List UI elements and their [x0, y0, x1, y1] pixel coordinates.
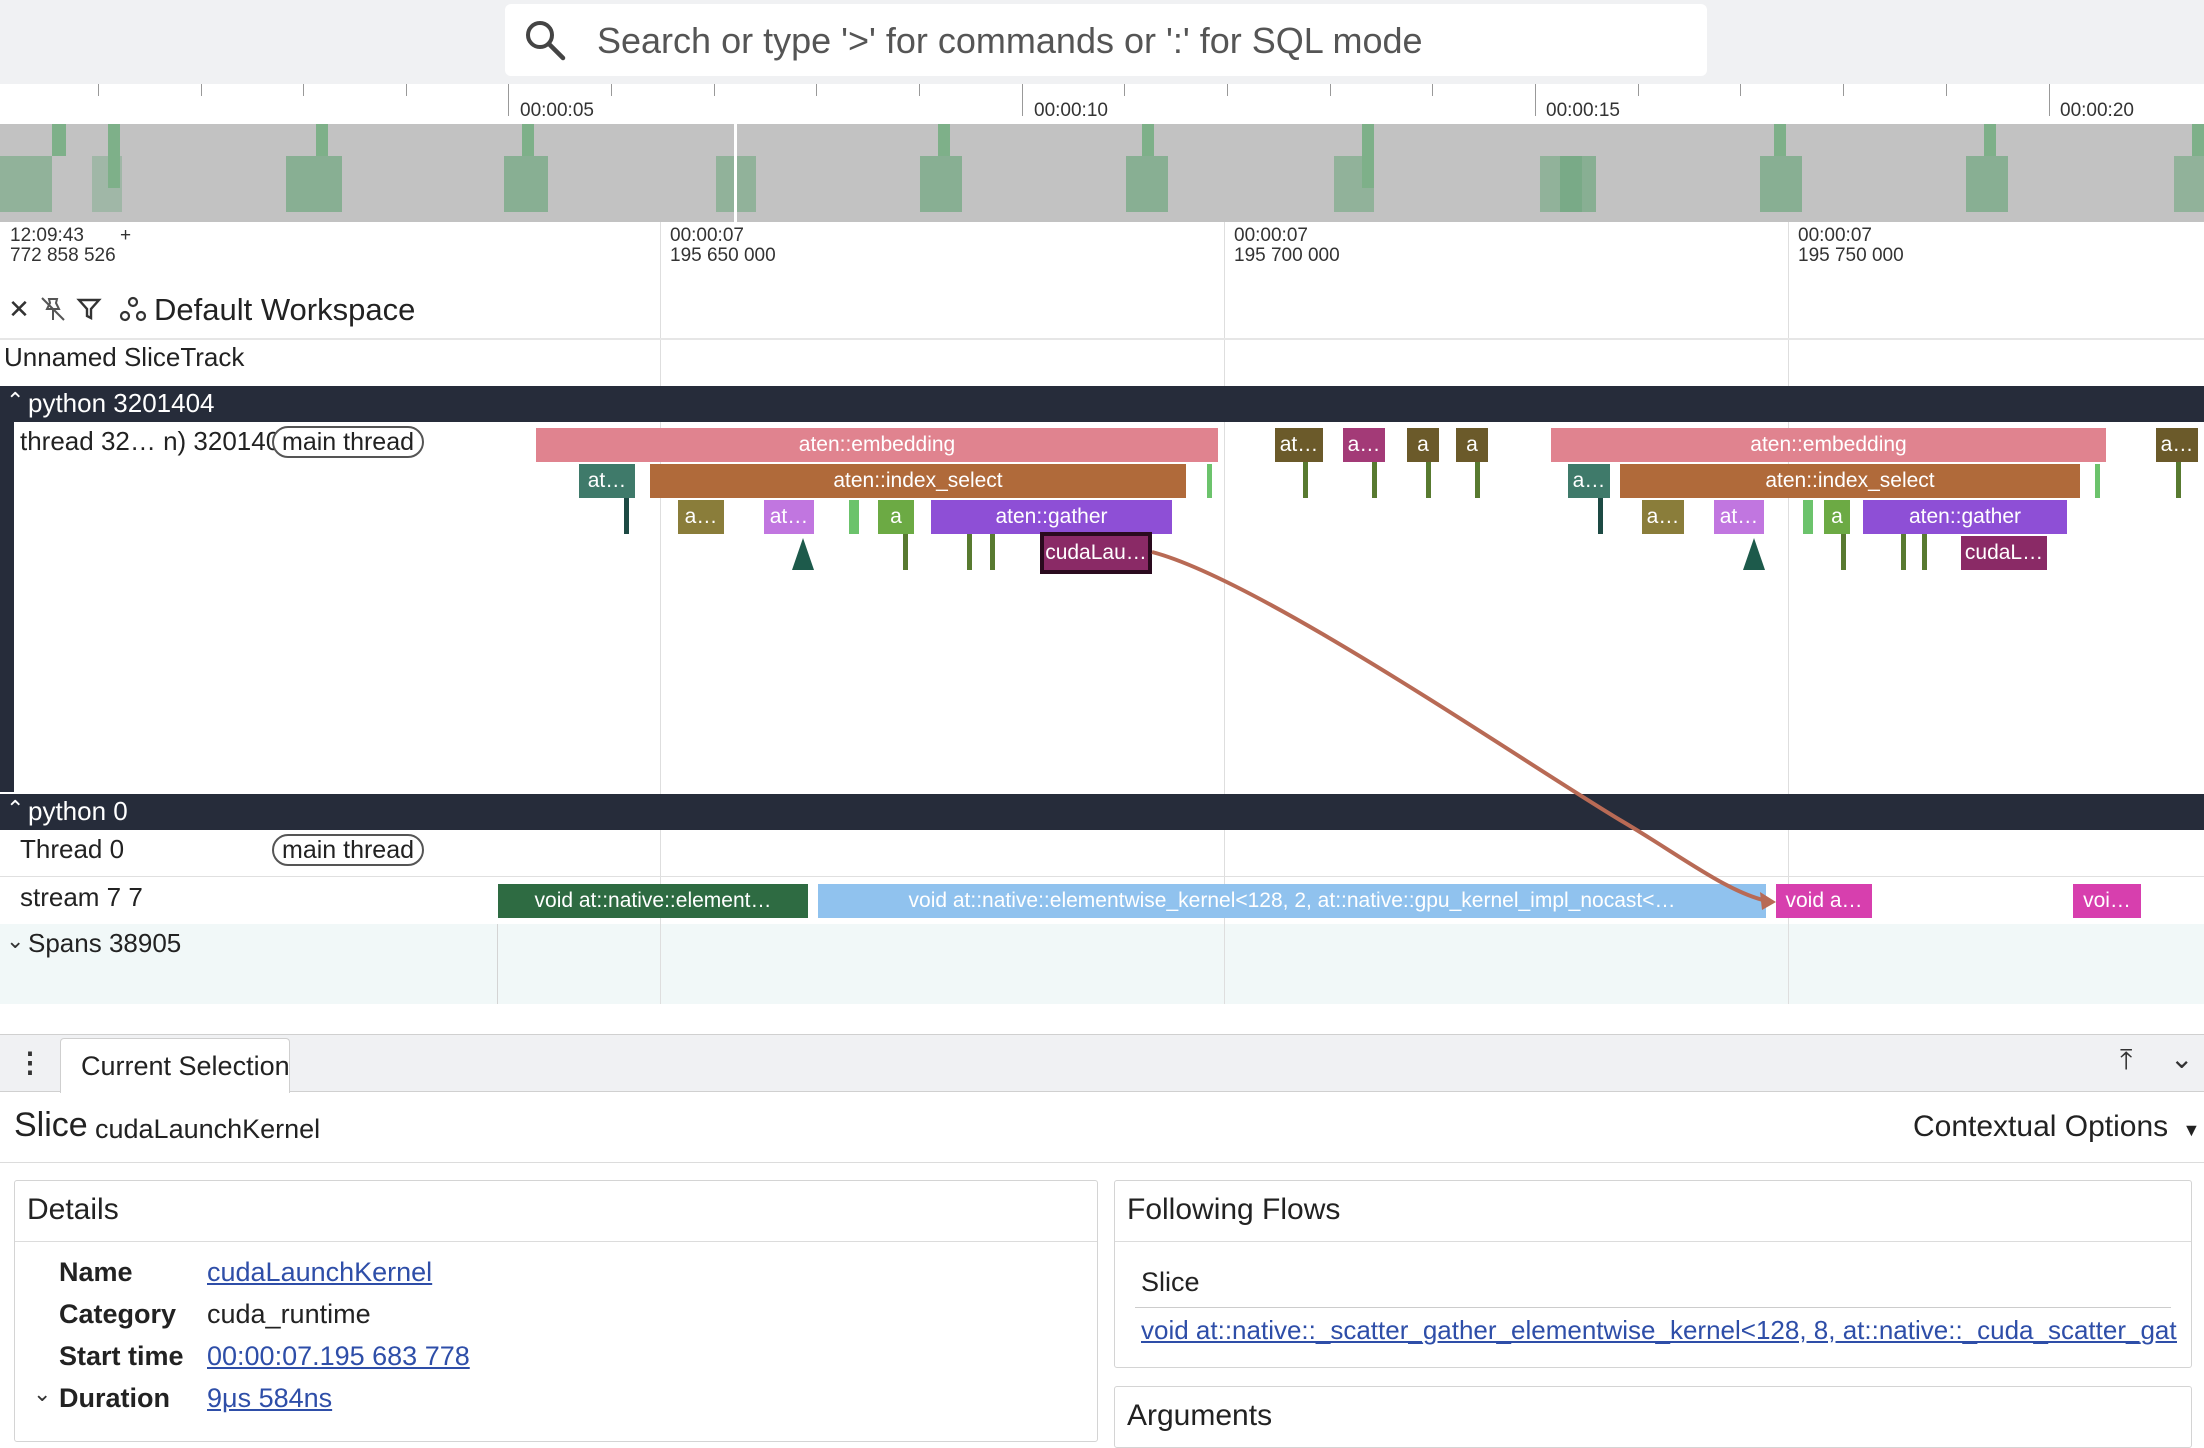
chevron-down-icon[interactable]: ⌄: [2170, 1042, 2193, 1075]
following-flows-title: Following Flows: [1127, 1193, 1341, 1226]
duration-key: Duration: [59, 1383, 170, 1413]
category-value: cuda_runtime: [207, 1299, 371, 1329]
start-time-key: Start time: [59, 1341, 184, 1371]
selection-slice-name: cudaLaunchKernel: [95, 1114, 321, 1144]
tab-label: Current Selection: [81, 1051, 290, 1081]
name-key: Name: [59, 1257, 133, 1287]
tab-current-selection[interactable]: Current Selection: [60, 1038, 290, 1093]
details-panel-tabbar: [0, 1034, 2204, 1092]
name-link[interactable]: cudaLaunchKernel: [207, 1257, 432, 1288]
arguments-card: Arguments: [1114, 1386, 2192, 1448]
chevron-down-icon[interactable]: ⌄: [33, 1381, 51, 1407]
flows-column-header: Slice: [1141, 1267, 1200, 1297]
flow-arrow: [1151, 550, 1776, 910]
details-card: Details Name cudaLaunchKernel Category c…: [14, 1180, 1098, 1442]
contextual-options-button[interactable]: Contextual Options ▼: [1913, 1110, 2200, 1144]
selection-kind: Slice: [14, 1106, 88, 1144]
details-title: Details: [27, 1193, 119, 1226]
maximize-panel-icon[interactable]: ⤒: [2120, 1044, 2132, 1077]
category-key: Category: [59, 1299, 177, 1329]
duration-link[interactable]: 9μs 584ns: [207, 1383, 332, 1414]
following-flows-card: Following Flows Slice void at::native::_…: [1114, 1180, 2192, 1368]
start-time-link[interactable]: 00:00:07.195 683 778: [207, 1341, 470, 1372]
kebab-menu-icon[interactable]: ⋮: [16, 1046, 44, 1079]
arguments-title: Arguments: [1127, 1399, 1273, 1432]
flow-slice-link[interactable]: void at::native::_scatter_gather_element…: [1141, 1315, 2177, 1346]
dropdown-caret-icon: ▼: [2182, 1120, 2201, 1140]
